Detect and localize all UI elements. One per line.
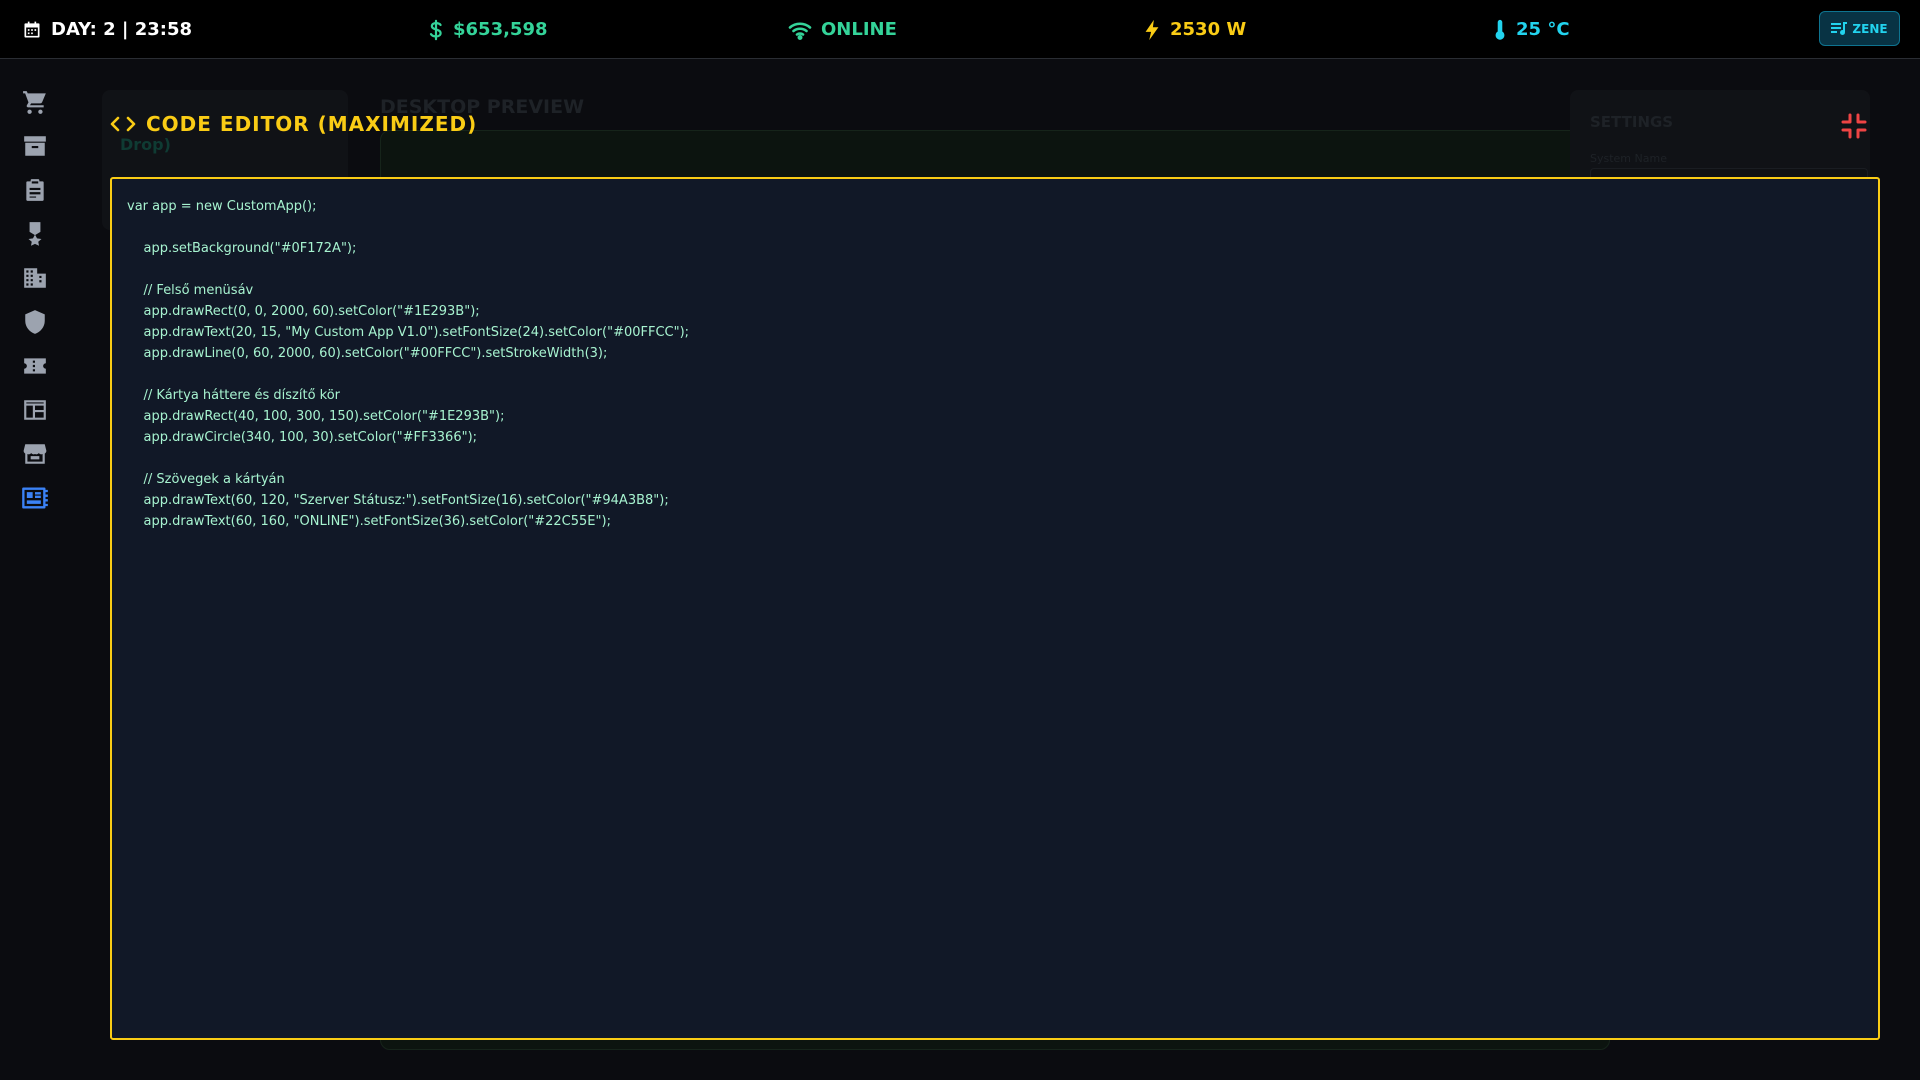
temperature-value: 25 °C xyxy=(1516,19,1570,40)
sidebar-item-inventory[interactable] xyxy=(20,131,50,161)
components-panel-text: Drop) xyxy=(120,135,171,154)
lightning-icon xyxy=(1145,19,1159,40)
code-line: app.drawRect(0, 0, 2000, 60).setColor("#… xyxy=(127,304,480,319)
code-line: app.drawLine(0, 60, 2000, 60).setColor("… xyxy=(127,346,608,361)
playlist-icon xyxy=(1831,21,1848,35)
store-icon xyxy=(23,444,47,464)
code-line: app.drawText(20, 15, "My Custom App V1.0… xyxy=(127,325,690,340)
code-line: app.setBackground("#0F172A"); xyxy=(127,241,357,256)
minimize-editor-button[interactable] xyxy=(1840,112,1868,140)
system-name-label: System Name xyxy=(1590,152,1667,165)
wifi-icon xyxy=(788,21,812,40)
code-line: var app = new CustomApp(); xyxy=(127,199,317,214)
money-display: $653,598 xyxy=(428,0,548,59)
sidebar-item-tasks[interactable] xyxy=(20,175,50,205)
settings-title: SETTINGS xyxy=(1590,113,1674,131)
day-clock: DAY: 2 | 23:58 xyxy=(22,0,192,59)
sidebar-item-security[interactable] xyxy=(20,307,50,337)
network-status-text: ONLINE xyxy=(821,19,897,40)
code-line: // Felső menüsáv xyxy=(127,283,254,298)
cart-icon xyxy=(23,91,46,114)
shield-icon xyxy=(25,310,45,334)
sidebar-item-layout[interactable] xyxy=(20,395,50,425)
code-editor-textarea[interactable]: var app = new CustomApp(); app.setBackgr… xyxy=(110,177,1880,1040)
network-status: ONLINE xyxy=(788,0,897,59)
medal-icon xyxy=(28,222,42,246)
sidebar-item-tickets[interactable] xyxy=(20,351,50,381)
editor-title: CODE EDITOR (MAXIMIZED) xyxy=(146,112,478,136)
code-icon xyxy=(110,116,136,132)
dollar-icon xyxy=(429,19,442,40)
top-status-bar: DAY: 2 | 23:58 $653,598 ONLINE 2530 W 25… xyxy=(0,0,1920,59)
music-button-label: ZENE xyxy=(1852,21,1888,36)
sidebar-item-store[interactable] xyxy=(20,439,50,469)
sidebar xyxy=(0,60,70,1080)
calendar-icon xyxy=(24,21,40,37)
day-clock-text: DAY: 2 | 23:58 xyxy=(51,19,193,40)
editor-header: CODE EDITOR (MAXIMIZED) xyxy=(110,112,477,136)
ticket-icon xyxy=(24,358,46,374)
sidebar-item-app-builder[interactable] xyxy=(20,483,50,513)
thermometer-icon xyxy=(1495,19,1505,40)
clipboard-icon xyxy=(26,179,44,201)
power-value: 2530 W xyxy=(1170,19,1247,40)
sidebar-item-company[interactable] xyxy=(20,263,50,293)
code-line: // Szövegek a kártyán xyxy=(127,472,285,487)
money-value: $653,598 xyxy=(453,19,548,40)
building-icon xyxy=(24,268,46,288)
dashboard-icon xyxy=(22,487,48,509)
temperature-display: 25 °C xyxy=(1493,0,1570,59)
sidebar-item-achievements[interactable] xyxy=(20,219,50,249)
archive-icon xyxy=(24,136,46,156)
code-line: app.drawText(60, 120, "Szerver Státusz:"… xyxy=(127,493,669,508)
music-button[interactable]: ZENE xyxy=(1819,11,1900,46)
collapse-icon xyxy=(1841,113,1867,139)
code-line: app.drawText(60, 160, "ONLINE").setFontS… xyxy=(127,514,611,529)
code-line: app.drawCircle(340, 100, 30).setColor("#… xyxy=(127,430,478,445)
code-line: // Kártya háttere és díszítő kör xyxy=(127,388,341,403)
layout-icon xyxy=(24,400,46,420)
sidebar-item-shop[interactable] xyxy=(20,87,50,117)
power-display: 2530 W xyxy=(1143,0,1246,59)
code-line: app.drawRect(40, 100, 300, 150).setColor… xyxy=(127,409,505,424)
